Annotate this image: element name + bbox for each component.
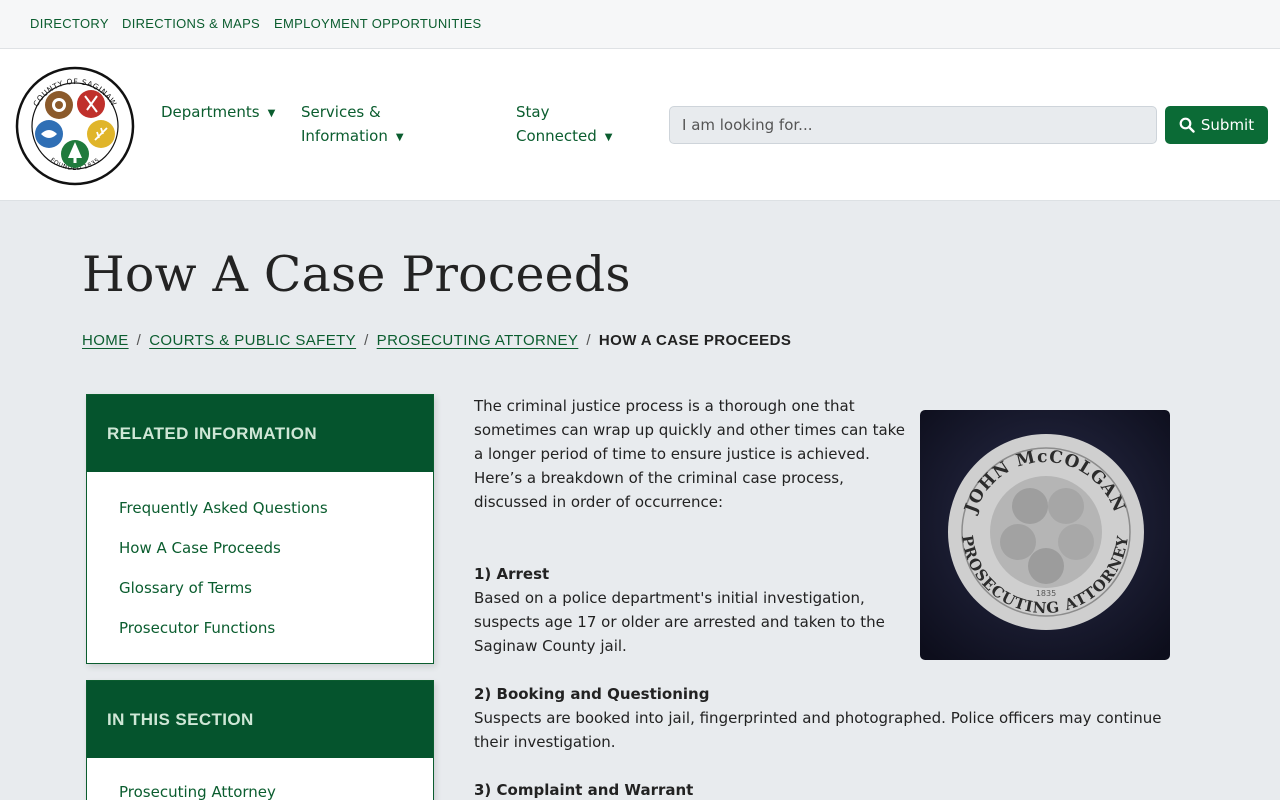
step-title: 3) Complaint and Warrant xyxy=(474,781,694,799)
nav-services-information[interactable]: Services & Information ▼ xyxy=(301,100,404,150)
step-body: Suspects are booked into jail, fingerpri… xyxy=(474,709,1162,751)
breadcrumb-home[interactable]: HOME xyxy=(82,332,129,349)
page-title: How A Case Proceeds xyxy=(82,246,631,303)
nav-stay-label-line1: Stay xyxy=(516,103,550,121)
breadcrumb-separator: / xyxy=(586,332,591,349)
step-complaint: 3) Complaint and Warrant xyxy=(474,778,1170,800)
nav-services-label-line1: Services & xyxy=(301,103,381,121)
site-header: COUNTY OF SAGINAW FOUNDED 1835 Departmen… xyxy=(0,49,1280,201)
chevron-down-icon: ▼ xyxy=(395,132,404,143)
sidebar-item-glossary[interactable]: Glossary of Terms xyxy=(119,568,433,608)
employment-link[interactable]: EMPLOYMENT OPPORTUNITIES xyxy=(274,16,482,31)
sidebar-item-how-a-case-proceeds[interactable]: How A Case Proceeds xyxy=(119,528,433,568)
nav-stay-label-line2: Connected xyxy=(516,127,597,145)
step-body: Based on a police department's initial i… xyxy=(474,589,885,655)
sidebar-item-prosecuting-attorney[interactable]: Prosecuting Attorney xyxy=(119,772,433,800)
breadcrumb: HOME / COURTS & PUBLIC SAFETY / PROSECUTING … xyxy=(82,332,791,349)
nav-services-label-line2: Information xyxy=(301,127,388,145)
search-input[interactable] xyxy=(669,106,1157,144)
directions-maps-link[interactable]: DIRECTIONS & MAPS xyxy=(122,16,260,31)
related-information-card: RELATED INFORMATION Frequently Asked Que… xyxy=(86,394,434,664)
nav-departments-label: Departments xyxy=(161,103,260,121)
svg-text:1835: 1835 xyxy=(1036,589,1056,598)
breadcrumb-separator: / xyxy=(364,332,369,349)
county-seal-logo[interactable]: COUNTY OF SAGINAW FOUNDED 1835 xyxy=(15,66,135,186)
step-arrest: 1) Arrest Based on a police department's… xyxy=(474,562,906,658)
nav-stay-connected[interactable]: Stay Connected ▼ xyxy=(516,100,612,150)
prosecuting-attorney-seal-photo: JOHN McCOLGAN PROSECUTING ATTORNEY 1835 xyxy=(920,410,1170,660)
search-submit-button[interactable]: Submit xyxy=(1165,106,1268,144)
submit-label: Submit xyxy=(1200,116,1255,134)
in-this-section-heading: IN THIS SECTION xyxy=(87,681,433,758)
breadcrumb-separator: / xyxy=(136,332,142,349)
breadcrumb-prosecuting-attorney[interactable]: PROSECUTING ATTORNEY xyxy=(377,332,579,349)
related-information-list: Frequently Asked Questions How A Case Pr… xyxy=(87,472,433,648)
intro-paragraph: The criminal justice process is a thorou… xyxy=(474,397,906,511)
related-information-heading: RELATED INFORMATION xyxy=(87,395,433,472)
utility-bar: DIRECTORY DIRECTIONS & MAPS EMPLOYMENT O… xyxy=(0,0,1280,49)
step-title: 1) Arrest xyxy=(474,565,550,583)
nav-departments[interactable]: Departments ▼ xyxy=(161,100,275,126)
sidebar-item-prosecutor-functions[interactable]: Prosecutor Functions xyxy=(119,608,433,648)
in-this-section-list: Prosecuting Attorney xyxy=(87,758,433,800)
chevron-down-icon: ▼ xyxy=(604,132,613,143)
step-booking: 2) Booking and Questioning Suspects are … xyxy=(474,682,1170,754)
chevron-down-icon: ▼ xyxy=(267,108,276,119)
breadcrumb-current: HOW A CASE PROCEEDS xyxy=(598,332,792,349)
in-this-section-card: IN THIS SECTION Prosecuting Attorney xyxy=(86,680,434,800)
sidebar-item-faq[interactable]: Frequently Asked Questions xyxy=(119,488,433,528)
step-title: 2) Booking and Questioning xyxy=(474,685,710,703)
search-icon xyxy=(1179,117,1195,133)
breadcrumb-courts-public-safety[interactable]: COURTS & PUBLIC SAFETY xyxy=(149,332,356,349)
directory-link[interactable]: DIRECTORY xyxy=(30,16,109,31)
